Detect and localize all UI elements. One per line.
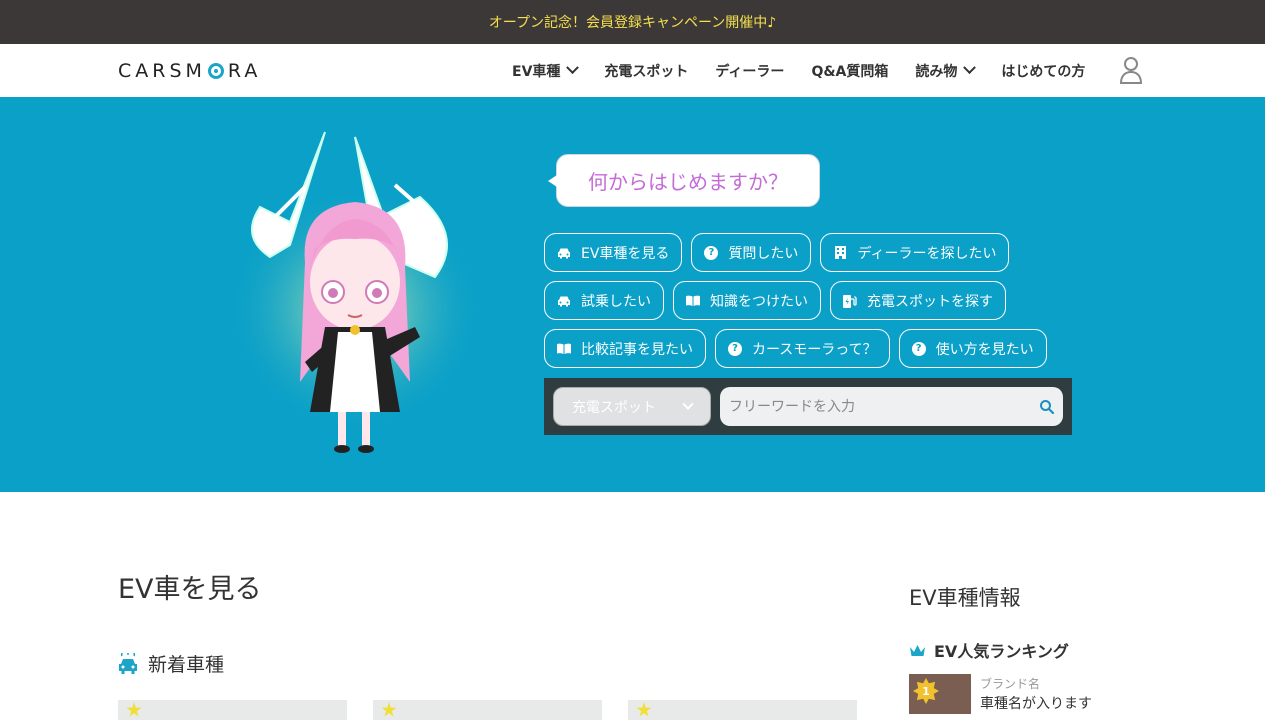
new-star-badge-icon	[381, 702, 397, 717]
hero-section: 何からはじめますか？ EV車種を見る ? 質問したい ディーラーを探したい 試乗…	[0, 97, 1265, 492]
search-category-value: 充電スポット	[572, 399, 656, 416]
chip-how-to-use[interactable]: ? 使い方を見たい	[898, 329, 1047, 368]
user-icon[interactable]	[1119, 56, 1143, 84]
logo-o-mark-icon	[207, 63, 224, 79]
search-field-wrapper	[711, 387, 1063, 426]
speech-bubble: 何からはじめますか？	[548, 154, 820, 207]
nav-qa-label: Q&A質問箱	[811, 63, 889, 80]
search-icon[interactable]	[1039, 399, 1055, 415]
logo-text-end: RA	[227, 60, 262, 82]
nav-ev-models-label: EV車種	[512, 63, 561, 80]
search-bar: 充電スポット	[544, 378, 1072, 435]
new-star-badge-icon	[636, 702, 652, 717]
chip-row: EV車種を見る ? 質問したい ディーラーを探したい	[544, 233, 1064, 272]
charging-station-icon	[843, 294, 857, 308]
crown-icon	[910, 644, 925, 656]
quick-action-chips: EV車種を見る ? 質問したい ディーラーを探したい 試乗したい 知識をつけたい	[544, 233, 1064, 377]
nav-articles[interactable]: 読み物	[915, 61, 977, 81]
ranking-item-thumbnail[interactable]: 1	[909, 674, 971, 714]
ranking-item-brand: ブランド名	[980, 677, 1041, 691]
chevron-down-icon	[682, 398, 694, 410]
speech-bubble-text: 何からはじめますか？	[588, 170, 788, 194]
rank-badge: 1	[913, 678, 939, 704]
new-model-card[interactable]	[373, 700, 602, 720]
section-title-ev: EV車を見る	[118, 574, 262, 605]
ranking-heading: EV人気ランキング	[909, 638, 1069, 662]
chip-label: 使い方を見たい	[935, 341, 1034, 358]
nav-charging-spots-label: 充電スポット	[604, 63, 689, 80]
new-model-card[interactable]	[628, 700, 857, 720]
announcement-text[interactable]: オープン記念！会員登録キャンペーン開催中♪	[489, 12, 776, 32]
announcement-bar[interactable]: オープン記念！会員登録キャンペーン開催中♪	[0, 0, 1265, 44]
main-nav: EV車種 充電スポット ディーラー Q&A質問箱 読み物 はじめての方	[512, 44, 1112, 97]
chip-row: 比較記事を見たい ? カースモーラって？ ? 使い方を見たい	[544, 329, 1064, 368]
chip-label: 比較記事を見たい	[581, 341, 693, 358]
logo-text-start: CARSM	[118, 60, 206, 82]
chip-find-dealer[interactable]: ディーラーを探したい	[820, 233, 1010, 272]
chip-comparison-articles[interactable]: 比較記事を見たい	[544, 329, 706, 368]
ranking-item-name[interactable]: 車種名が入ります	[980, 693, 1092, 713]
nav-beginners[interactable]: はじめての方	[1001, 61, 1085, 81]
chip-label: 知識をつけたい	[710, 293, 808, 310]
nav-charging-spots[interactable]: 充電スポット	[604, 61, 688, 81]
ranking-title: EV人気ランキング	[934, 642, 1069, 661]
chip-label: EV車種を見る	[581, 245, 670, 262]
logo[interactable]: CARSM RA	[118, 60, 261, 82]
chip-about-carsmora[interactable]: ? カースモーラって？	[715, 329, 890, 368]
book-icon	[686, 294, 700, 308]
nav-articles-label: 読み物	[915, 63, 958, 80]
nav-dealers-label: ディーラー	[715, 63, 785, 80]
new-star-badge-icon	[126, 702, 142, 717]
mascot-character-illustration	[230, 131, 480, 453]
chip-label: 充電スポットを探す	[867, 293, 993, 310]
chip-ask-question[interactable]: ? 質問したい	[691, 233, 812, 272]
car-wave-icon	[119, 652, 137, 674]
chip-find-charging-spot[interactable]: 充電スポットを探す	[830, 281, 1006, 320]
question-icon: ?	[911, 341, 926, 356]
chevron-down-icon	[963, 61, 977, 75]
search-category-select[interactable]: 充電スポット	[553, 387, 711, 426]
chip-label: ディーラーを探したい	[857, 245, 997, 262]
new-model-card[interactable]	[118, 700, 347, 720]
car-icon	[557, 246, 571, 260]
car-icon	[557, 294, 571, 308]
chip-label: 試乗したい	[581, 293, 651, 310]
chip-row: 試乗したい 知識をつけたい 充電スポットを探す	[544, 281, 1064, 320]
chevron-down-icon	[566, 61, 580, 75]
nav-dealers[interactable]: ディーラー	[715, 61, 784, 81]
new-models-title: 新着車種	[148, 654, 225, 676]
book-icon	[557, 342, 571, 356]
nav-ev-models[interactable]: EV車種	[512, 61, 580, 81]
chip-test-drive[interactable]: 試乗したい	[544, 281, 664, 320]
site-header: CARSM RA EV車種 充電スポット ディーラー Q&A質問箱 読み物 はじ…	[0, 44, 1265, 97]
question-icon: ?	[728, 341, 742, 356]
sidebar-title: EV車種情報	[909, 586, 1021, 610]
chip-view-ev-models[interactable]: EV車種を見る	[544, 233, 683, 272]
nav-qa[interactable]: Q&A質問箱	[811, 61, 888, 81]
question-icon: ?	[704, 245, 719, 260]
building-icon	[833, 246, 847, 260]
new-models-heading: 新着車種	[118, 650, 224, 677]
chip-label: カースモーラって？	[752, 341, 877, 358]
chip-label: 質問したい	[728, 245, 799, 262]
search-input[interactable]	[720, 387, 1063, 426]
nav-beginners-label: はじめての方	[1001, 63, 1086, 80]
chip-learn[interactable]: 知識をつけたい	[673, 281, 821, 320]
